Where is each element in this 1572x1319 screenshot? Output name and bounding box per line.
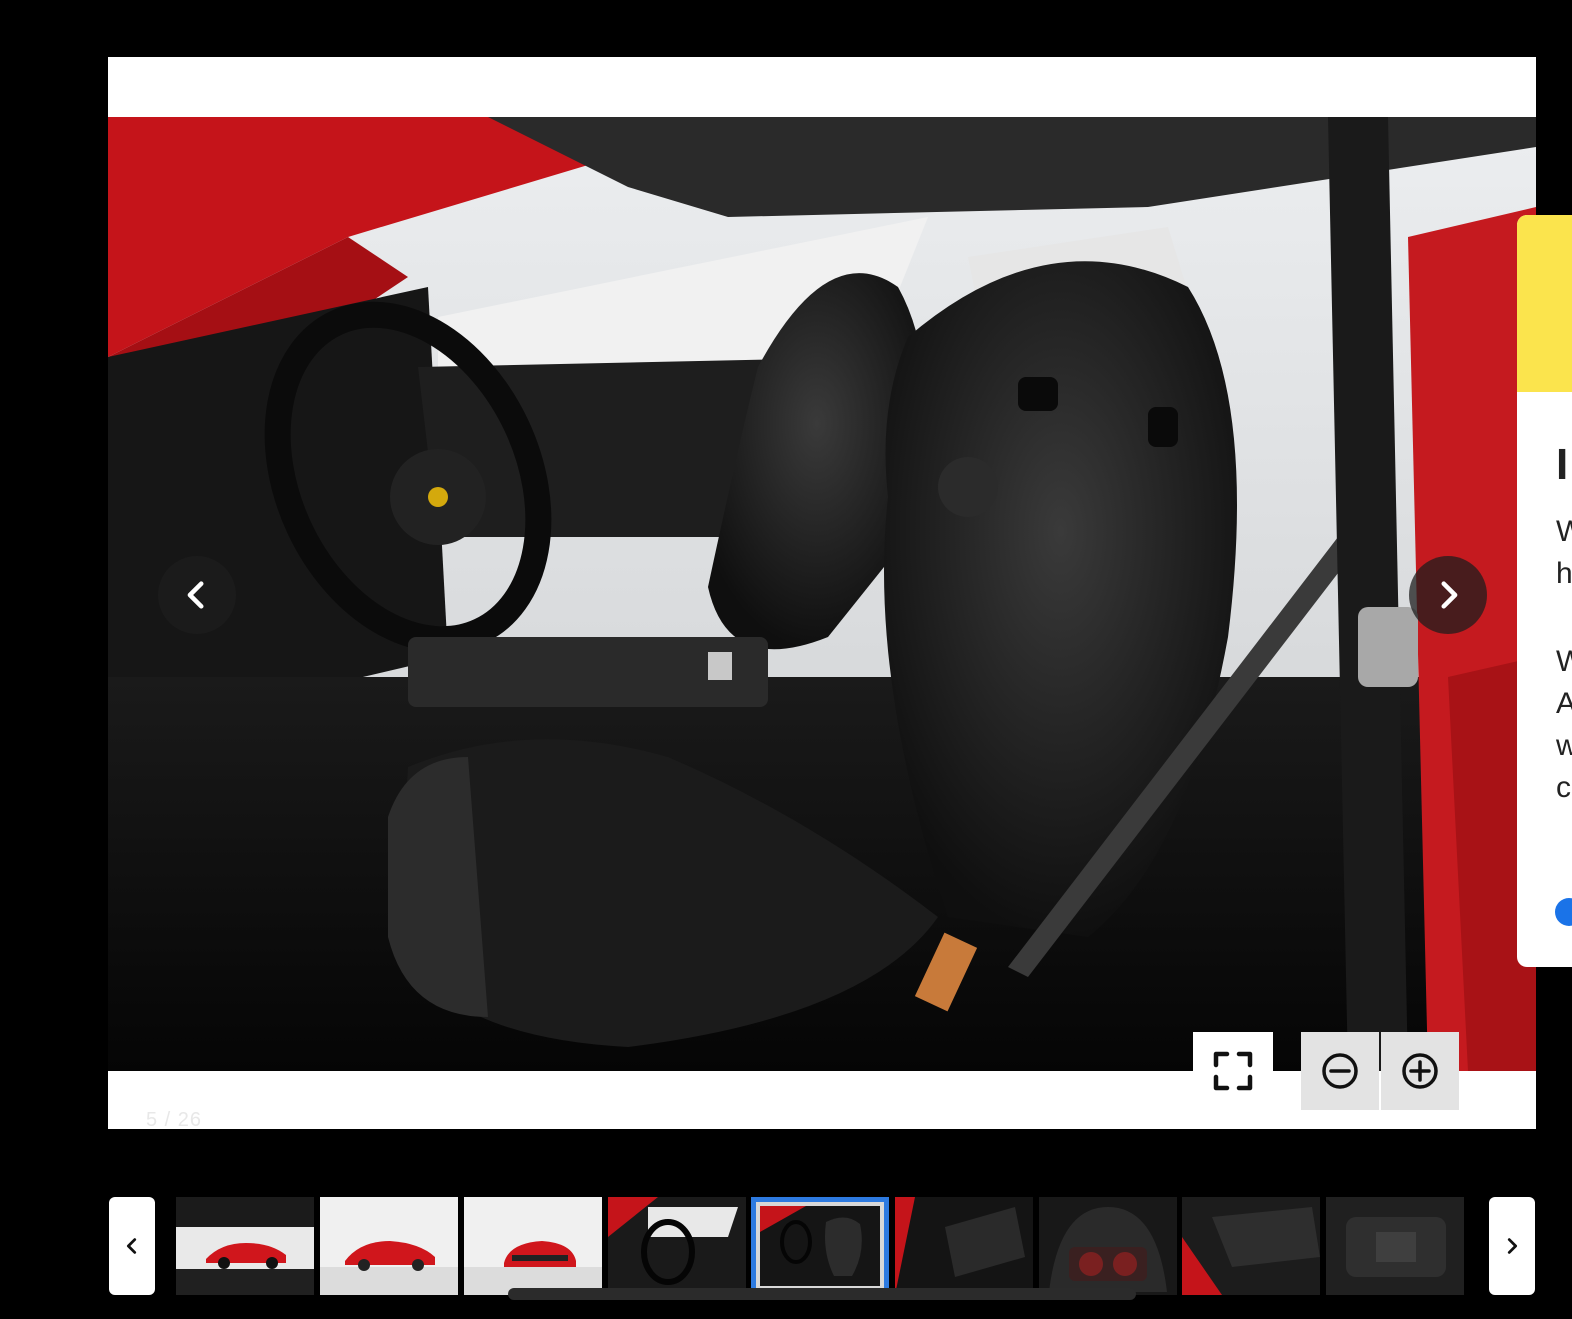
thumbnails-prev-button[interactable] bbox=[109, 1197, 155, 1295]
thumbnail-image bbox=[1182, 1197, 1320, 1295]
image-counter: 5 / 26 bbox=[146, 1109, 203, 1131]
thumbnail-5-active[interactable] bbox=[751, 1197, 889, 1295]
side-panel-line: w bbox=[1556, 729, 1572, 762]
main-photo[interactable] bbox=[108, 117, 1536, 1071]
zoom-out-icon bbox=[1322, 1053, 1358, 1089]
thumbnail-image bbox=[1039, 1197, 1177, 1295]
thumbnail-image bbox=[756, 1202, 884, 1290]
thumbnail-image bbox=[464, 1197, 602, 1295]
thumbnail-6[interactable] bbox=[895, 1197, 1033, 1295]
thumbnail-image bbox=[608, 1197, 746, 1295]
side-panel-link-icon[interactable] bbox=[1555, 898, 1572, 926]
side-panel-line: h bbox=[1556, 557, 1572, 590]
car-interior-image bbox=[108, 117, 1536, 1071]
thumbnail-9[interactable] bbox=[1326, 1197, 1464, 1295]
thumbnail-7[interactable] bbox=[1039, 1197, 1177, 1295]
fullscreen-button[interactable] bbox=[1193, 1032, 1273, 1110]
thumbnail-image bbox=[176, 1197, 314, 1295]
thumbnail-3[interactable] bbox=[464, 1197, 602, 1295]
thumbnail-2[interactable] bbox=[320, 1197, 458, 1295]
thumbnail-8[interactable] bbox=[1182, 1197, 1320, 1295]
chevron-left-icon bbox=[126, 1238, 137, 1254]
thumbnail-4[interactable] bbox=[608, 1197, 746, 1295]
chevron-right-icon bbox=[1507, 1238, 1518, 1254]
thumbnail-image bbox=[320, 1197, 458, 1295]
side-panel-line: W bbox=[1556, 645, 1572, 678]
thumbnail-1[interactable] bbox=[176, 1197, 314, 1295]
thumbnail-scrollbar[interactable] bbox=[508, 1288, 1136, 1300]
thumbnail-image bbox=[1326, 1197, 1464, 1295]
thumbnail-image bbox=[895, 1197, 1033, 1295]
zoom-out-button[interactable] bbox=[1301, 1032, 1379, 1110]
chevron-left-icon bbox=[187, 581, 204, 609]
prev-image-button[interactable] bbox=[158, 556, 236, 634]
side-panel-banner bbox=[1517, 215, 1572, 392]
thumbnails-next-button[interactable] bbox=[1489, 1197, 1535, 1295]
side-panel-line: c bbox=[1556, 771, 1571, 804]
next-image-button[interactable] bbox=[1409, 556, 1487, 634]
side-panel-card: I W h W A w c bbox=[1517, 215, 1572, 967]
side-panel-heading: I bbox=[1556, 440, 1569, 489]
image-viewer: 5 / 26 bbox=[108, 57, 1536, 1131]
fullscreen-icon bbox=[1213, 1051, 1253, 1091]
side-panel-line: A bbox=[1556, 687, 1572, 720]
side-panel-line: W bbox=[1556, 515, 1572, 548]
zoom-in-icon bbox=[1402, 1053, 1438, 1089]
zoom-in-button[interactable] bbox=[1381, 1032, 1459, 1110]
chevron-right-icon bbox=[1441, 581, 1458, 609]
